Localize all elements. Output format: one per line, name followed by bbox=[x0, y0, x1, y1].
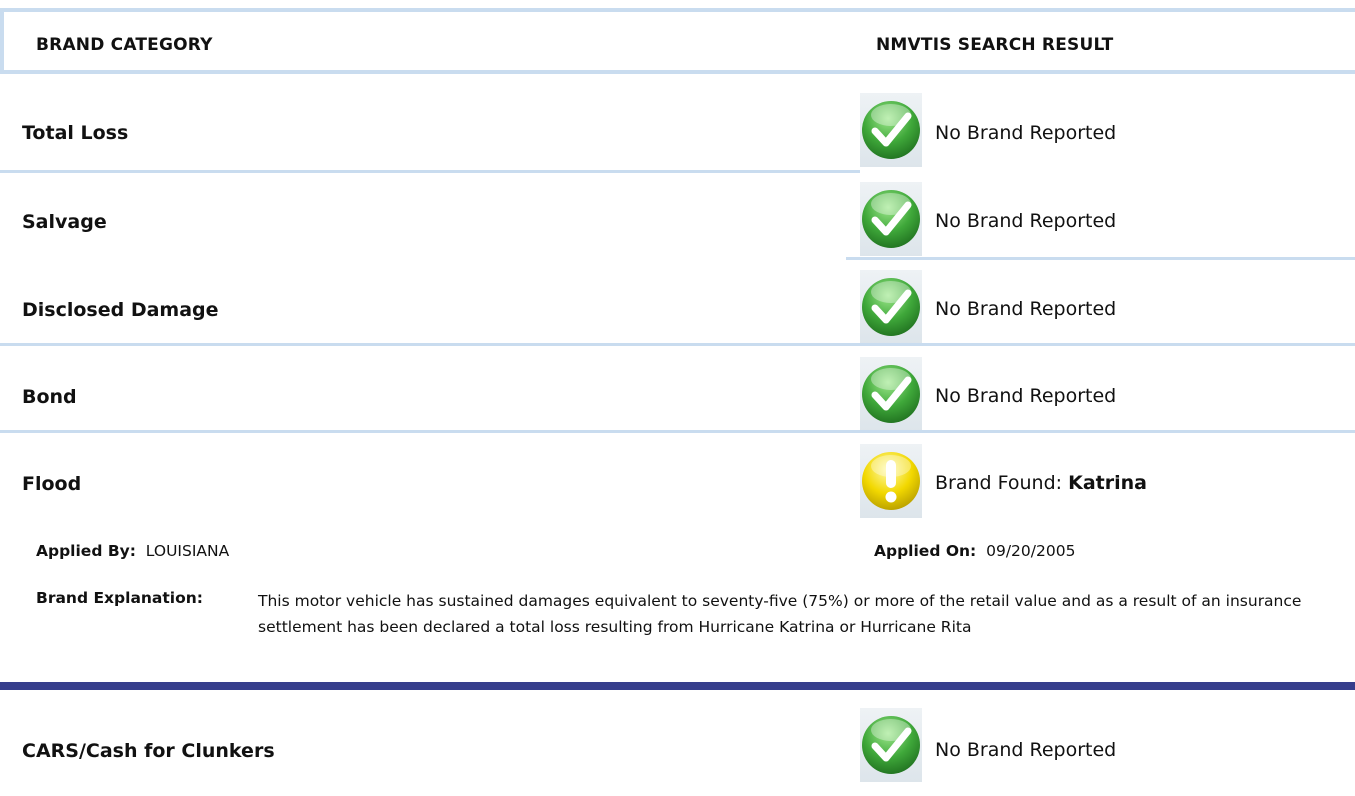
green-check-icon bbox=[860, 270, 922, 344]
brand-category-label: Salvage bbox=[22, 211, 107, 233]
green-check-icon bbox=[860, 708, 922, 782]
table-header: BRAND CATEGORY NMVTIS SEARCH RESULT bbox=[0, 8, 1355, 74]
applied-by-value: LOUISIANA bbox=[145, 542, 230, 560]
brand-history-panel: BRAND CATEGORY NMVTIS SEARCH RESULT Tota… bbox=[0, 0, 1355, 796]
search-result-text: Brand Found: Katrina bbox=[935, 472, 1147, 494]
brand-explanation-text: This motor vehicle has sustained damages… bbox=[258, 592, 1302, 636]
brand-explanation-label: Brand Explanation: bbox=[36, 589, 203, 607]
green-check-icon bbox=[860, 182, 922, 256]
applied-by-label: Applied By: bbox=[36, 542, 136, 560]
brand-row-cars-cash-for-clunkers: CARS/Cash for Clunkers No Brand Reported bbox=[0, 708, 1355, 788]
row-divider bbox=[846, 257, 1355, 260]
brand-category-label: Total Loss bbox=[22, 122, 129, 144]
brand-category-label: CARS/Cash for Clunkers bbox=[22, 740, 275, 762]
brand-row-bond: Bond No Brand Reported bbox=[0, 357, 1355, 433]
brand-row-disclosed-damage: Disclosed Damage No Brand Reported bbox=[0, 270, 1355, 346]
brand-found-value: Katrina bbox=[1068, 472, 1147, 494]
brand-row-salvage: Salvage No Brand Reported bbox=[0, 182, 1355, 258]
search-result-text: No Brand Reported bbox=[935, 739, 1117, 761]
brand-category-header: BRAND CATEGORY bbox=[36, 35, 213, 55]
brand-category-label: Disclosed Damage bbox=[22, 299, 219, 321]
brand-category-label: Bond bbox=[22, 386, 77, 408]
green-check-icon bbox=[860, 93, 922, 167]
yellow-exclamation-icon bbox=[860, 444, 922, 518]
green-check-icon bbox=[860, 357, 922, 431]
applied-on-label: Applied On: bbox=[874, 542, 977, 560]
row-divider bbox=[0, 430, 1355, 433]
search-result-text: No Brand Reported bbox=[935, 298, 1117, 320]
section-divider bbox=[0, 682, 1355, 690]
brand-row-total-loss: Total Loss No Brand Reported bbox=[0, 93, 1355, 173]
applied-by: Applied By: LOUISIANA bbox=[36, 542, 229, 560]
row-divider bbox=[0, 343, 1355, 346]
search-result-text: No Brand Reported bbox=[935, 210, 1117, 232]
row-divider bbox=[0, 170, 860, 173]
search-result-header: NMVTIS SEARCH RESULT bbox=[876, 35, 1114, 55]
brand-row-flood: Flood Brand Found: Katrina bbox=[0, 444, 1355, 528]
brand-category-label: Flood bbox=[22, 473, 82, 495]
search-result-text: No Brand Reported bbox=[935, 385, 1117, 407]
search-result-text: No Brand Reported bbox=[935, 122, 1117, 144]
applied-on-value: 09/20/2005 bbox=[986, 542, 1076, 560]
applied-on: Applied On: 09/20/2005 bbox=[874, 542, 1075, 560]
